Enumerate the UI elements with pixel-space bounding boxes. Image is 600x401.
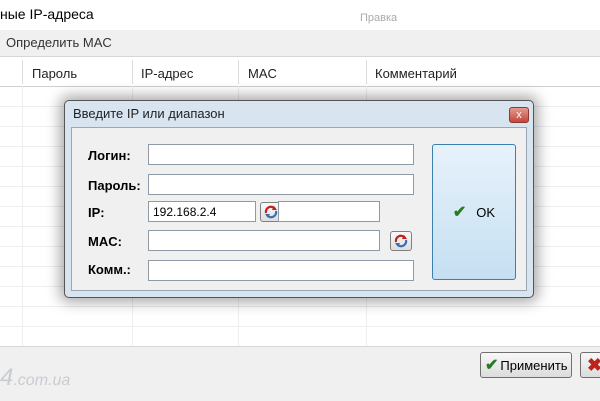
mac-refresh-button[interactable] [390,231,412,251]
window-title: ные IP-адреса [0,6,94,22]
dialog-body: Логин: Пароль: IP: MAC: Комм.: [71,127,527,291]
checkmark-icon: ✔ [452,204,467,221]
column-header-password[interactable]: Пароль [32,66,77,81]
refresh-icon [264,205,278,219]
mac-label: MAC: [88,234,122,249]
apply-button-label: Применить [500,357,568,373]
column-separator [366,60,367,84]
mac-field[interactable] [148,230,380,251]
watermark-domain: .com.ua [13,372,71,389]
column-separator [238,60,239,84]
comment-label: Комм.: [88,262,131,277]
column-header-mac[interactable]: MAC [248,66,277,81]
column-header-ip[interactable]: IP-адрес [141,66,193,81]
ip-field[interactable] [148,201,256,222]
ip-range-field[interactable] [278,201,380,222]
dialog-title: Введите IP или диапазон [73,106,225,121]
column-header-comment[interactable]: Комментарий [375,66,457,81]
grid-vline [22,86,23,346]
grid-line [0,326,600,327]
comment-field[interactable] [148,260,414,281]
toolbar: Определить MAC [0,30,600,57]
menu-ghost-text: Правка [360,12,398,24]
column-separator [22,60,23,84]
ok-button[interactable]: ✔ OK [432,144,516,280]
watermark-text: 4 [0,364,14,391]
table-header: Пароль IP-адрес MAC Комментарий [0,58,600,87]
ok-button-label: OK [476,204,496,220]
checkmark-icon: ✔ [485,357,499,374]
password-field[interactable] [148,174,414,195]
column-separator [132,60,133,84]
ip-label: IP: [88,205,105,220]
close-icon: x [516,109,522,121]
grid-line [0,306,600,307]
close-x-icon: ✖ [587,355,600,375]
ip-dialog: Введите IP или диапазон x Логин: Пароль:… [64,100,534,298]
dialog-close-button[interactable]: x [509,107,529,123]
login-label: Логин: [88,148,131,163]
window-title-bar: ные IP-адреса Правка [0,0,600,30]
determine-mac-button[interactable]: Определить MAC [6,35,112,50]
apply-button[interactable]: ✔ Применить [480,352,572,378]
login-field[interactable] [148,144,414,165]
watermark: 4.com.ua [0,364,70,392]
cancel-button[interactable]: ✖ [580,352,600,378]
refresh-icon [394,234,408,248]
password-label: Пароль: [88,178,141,193]
